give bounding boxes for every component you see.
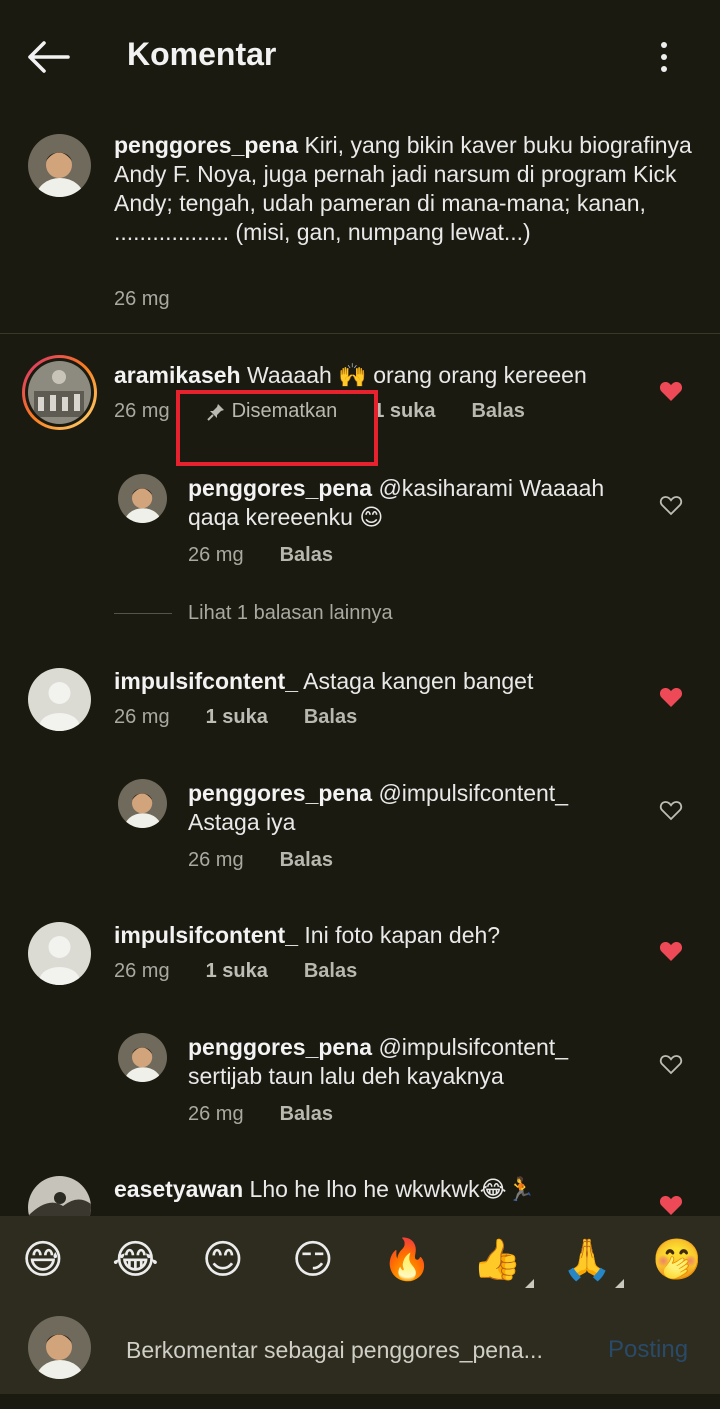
view-more-replies[interactable]: Lihat 1 balasan lainnya	[114, 602, 393, 625]
likes-count[interactable]: 1 suka	[206, 960, 268, 983]
page-title: Komentar	[127, 36, 277, 72]
emoji-blush[interactable]: 😊	[202, 1236, 244, 1284]
comment-time: 26 mg	[114, 960, 170, 982]
heart-outline-icon[interactable]	[659, 494, 683, 516]
comment: easetyawan Lho he lho he wkwkwk😂🏃	[0, 1172, 720, 1216]
emoji-joy[interactable]: 😂	[112, 1236, 159, 1284]
comment-input[interactable]	[126, 1330, 586, 1370]
comment-text: Waaaah 🙌 orang orang kereeen	[246, 362, 587, 388]
likes-count[interactable]: 1 suka	[373, 400, 435, 423]
skin-tone-indicator	[524, 1279, 534, 1288]
avatar	[28, 1316, 91, 1379]
comment-time: 26 mg	[188, 1103, 244, 1125]
default-avatar-icon[interactable]	[28, 922, 91, 985]
likes-count[interactable]: 1 suka	[206, 706, 268, 729]
skin-tone-indicator	[614, 1279, 624, 1288]
avatar[interactable]	[28, 134, 91, 197]
caption-username[interactable]: penggores_pena	[114, 132, 298, 158]
avatar[interactable]	[28, 1176, 91, 1216]
liked-heart-icon[interactable]	[659, 686, 683, 708]
divider	[114, 613, 172, 614]
emoji-quick-bar: 😅 😂 😊 😏 🔥 👍 🙏 🤭	[0, 1216, 720, 1304]
comment-time: 26 mg	[188, 849, 244, 871]
comment-username[interactable]: impulsifcontent_	[114, 668, 298, 694]
comment-composer: Posting	[0, 1304, 720, 1394]
reply-button[interactable]: Balas	[471, 400, 524, 423]
reply-button[interactable]: Balas	[304, 960, 357, 983]
emoji-smirk[interactable]: 😏	[292, 1236, 334, 1284]
reply-button[interactable]: Balas	[304, 706, 357, 729]
comment-username[interactable]: aramikaseh	[114, 362, 241, 388]
comment-text: Lho he lho he wkwkwk😂🏃	[249, 1176, 536, 1202]
emoji-thumbs-up[interactable]: 👍	[472, 1236, 534, 1288]
comment-username[interactable]: easetyawan	[114, 1176, 243, 1202]
highlight-box	[176, 390, 378, 466]
comment-time: 26 mg	[188, 544, 244, 566]
post-button[interactable]: Posting	[608, 1336, 688, 1364]
emoji-pray[interactable]: 🙏	[562, 1236, 624, 1288]
liked-heart-icon[interactable]	[659, 1194, 683, 1216]
liked-heart-icon[interactable]	[659, 940, 683, 962]
reply-button[interactable]: Balas	[280, 849, 333, 872]
emoji-fire[interactable]: 🔥	[382, 1236, 432, 1284]
bottom-strip	[0, 1394, 720, 1409]
liked-heart-icon[interactable]	[659, 380, 683, 402]
avatar[interactable]	[118, 474, 167, 523]
comment-text: Astaga kangen banget	[303, 668, 534, 694]
comment-username[interactable]: penggores_pena	[188, 1034, 372, 1060]
post-caption: penggores_pena Kiri, yang bikin kaver bu…	[0, 112, 720, 334]
comment-text: Ini foto kapan deh?	[304, 922, 501, 948]
comment-username[interactable]: penggores_pena	[188, 475, 372, 501]
heart-outline-icon[interactable]	[659, 1053, 683, 1075]
more-options-icon[interactable]	[646, 36, 682, 80]
emoji-sweat-smile[interactable]: 😅	[22, 1236, 64, 1284]
comment-time: 26 mg	[114, 400, 170, 422]
emoji-hand-over-mouth[interactable]: 🤭	[652, 1236, 702, 1284]
reply-button[interactable]: Balas	[280, 544, 333, 567]
caption-time: 26 mg	[114, 288, 170, 310]
comment-time: 26 mg	[114, 706, 170, 728]
comment-username[interactable]: impulsifcontent_	[114, 922, 298, 948]
back-arrow-icon[interactable]	[24, 32, 74, 82]
avatar[interactable]	[118, 779, 167, 828]
default-avatar-icon[interactable]	[28, 668, 91, 731]
top-app-bar: Komentar	[0, 0, 720, 112]
story-avatar[interactable]	[22, 355, 97, 430]
avatar[interactable]	[118, 1033, 167, 1082]
comment-username[interactable]: penggores_pena	[188, 780, 372, 806]
heart-outline-icon[interactable]	[659, 799, 683, 821]
reply-button[interactable]: Balas	[280, 1103, 333, 1126]
